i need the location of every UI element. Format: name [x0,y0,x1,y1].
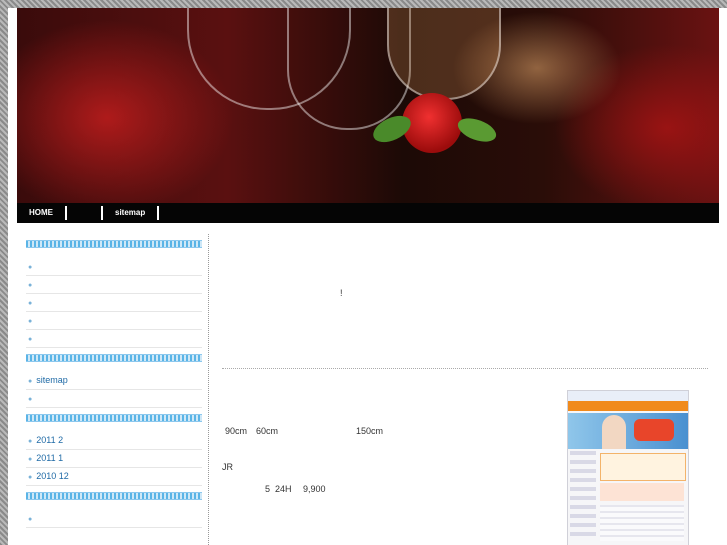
global-nav: HOME sitemap [17,203,719,223]
ad-person-shape [602,415,626,449]
nav-item-2[interactable] [67,206,103,220]
ad-banner-image[interactable] [567,390,689,545]
bullet-icon: ● [28,318,33,325]
bullet-icon: ● [28,438,33,445]
nav-home[interactable]: HOME [17,206,67,220]
size-text: 90cm [225,426,248,436]
header-banner-image [17,8,719,203]
bullet-icon: ● [28,396,33,403]
info-text: 5 [265,484,271,494]
bullet-icon: ● [28,300,33,307]
sidebar-link-label: sitemap [36,375,68,385]
ad-content-block [600,453,686,481]
main-content: ! 90cm 60cm 150cm JR 5 24H 9,900 [220,234,710,545]
sidebar-link[interactable]: ● [26,276,202,294]
sidebar-link[interactable]: ● [26,312,202,330]
sidebar-archive-link[interactable]: ● 2010 12 [26,468,202,486]
leaf-shape [454,113,500,147]
sidebar-link-label: 2011 1 [36,453,64,463]
column-divider [208,234,209,545]
bullet-icon: ● [28,474,33,481]
sidebar-archive-link[interactable]: ● 2011 2 [26,432,202,450]
sidebar-link[interactable]: ● [26,294,202,312]
sidebar-link[interactable]: ● [26,258,202,276]
bullet-icon: ● [28,378,33,385]
ad-callout-shape [634,419,674,441]
sidebar-link-sitemap[interactable]: ● sitemap [26,372,202,390]
sidebar-link[interactable]: ● [26,330,202,348]
bullet-icon: ● [28,456,33,463]
content-separator [222,368,708,369]
access-text: JR [222,462,233,472]
sidebar-link[interactable]: ● [26,510,202,528]
bullet-icon: ● [28,336,33,343]
ad-orange-band [568,401,688,411]
sidebar-link-label: 2010 12 [36,471,69,481]
intro-text: ! [340,288,343,298]
nav-sitemap[interactable]: sitemap [103,206,160,220]
bullet-icon: ● [28,264,33,271]
sidebar-heading-divider [26,414,202,422]
ad-left-menu [570,451,596,541]
sidebar-link-label: 2011 2 [36,435,64,445]
bullet-icon: ● [28,282,33,289]
ad-content-block [600,505,684,541]
ad-content-block [600,483,684,501]
sidebar-heading-divider [26,354,202,362]
sidebar-archive-link[interactable]: ● 2011 1 [26,450,202,468]
page: HOME sitemap ● ● ● ● ● ● sitemap ● ● 2011 … [8,8,727,545]
size-text: 60cm [256,426,279,436]
sidebar: ● ● ● ● ● ● sitemap ● ● 2011 2 ● 2011 1 ● 20… [26,234,202,528]
sidebar-heading-divider [26,492,202,500]
ad-header-band [568,391,688,401]
bullet-icon: ● [28,516,33,523]
info-text: 24H [275,484,292,494]
price-text: 9,900 [303,484,326,494]
size-text: 150cm [356,426,384,436]
sidebar-heading-divider [26,240,202,248]
sidebar-link[interactable]: ● [26,390,202,408]
